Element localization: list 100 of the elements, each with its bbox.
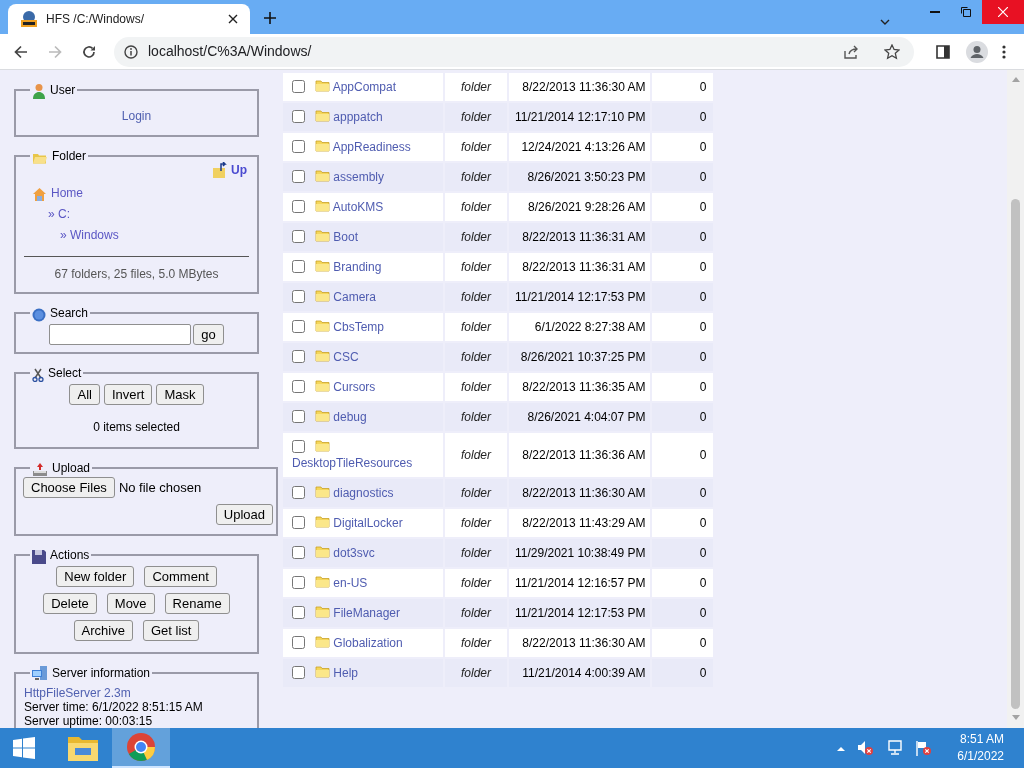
row-checkbox[interactable]	[292, 576, 305, 589]
address-bar[interactable]: localhost/C%3A/Windows/	[114, 36, 914, 67]
back-icon[interactable]	[14, 44, 28, 59]
star-icon[interactable]	[884, 43, 900, 60]
folder-link[interactable]: Globalization	[333, 636, 403, 650]
table-cell: 0	[651, 539, 713, 567]
chevron-down-icon[interactable]	[880, 19, 890, 25]
breadcrumb-link[interactable]: Home	[51, 184, 83, 202]
folder-icon	[315, 289, 330, 302]
close-icon[interactable]	[228, 14, 238, 24]
row-checkbox[interactable]	[292, 170, 305, 183]
panel-title: Folder	[52, 148, 86, 165]
upload-button[interactable]: Upload	[215, 504, 273, 525]
action-button[interactable]: Archive	[73, 620, 133, 641]
table-cell: 8/22/2013 11:36:30 AM	[509, 629, 650, 657]
folder-link[interactable]: CSC	[333, 350, 359, 364]
row-checkbox[interactable]	[292, 140, 305, 153]
table-cell: folder	[445, 433, 507, 477]
tab-title: HFS /C:/Windows/	[46, 11, 145, 28]
row-checkbox[interactable]	[292, 666, 305, 679]
row-checkbox[interactable]	[292, 230, 305, 243]
action-button[interactable]: Rename	[164, 593, 230, 614]
info-icon[interactable]	[124, 44, 138, 59]
action-button[interactable]: Get list	[142, 620, 200, 641]
row-checkbox[interactable]	[292, 516, 305, 529]
server-version-link[interactable]: HttpFileServer 2.3m	[24, 686, 249, 700]
row-checkbox[interactable]	[292, 606, 305, 619]
folder-link[interactable]: CbsTemp	[333, 320, 385, 334]
folder-link[interactable]: en-US	[333, 576, 368, 590]
table-cell: folder	[445, 313, 507, 341]
table-cell: 0	[651, 163, 713, 191]
clock[interactable]: 8:51 AM 6/1/2022	[957, 731, 1004, 765]
table-cell: 11/21/2014 12:17:10 PM	[509, 103, 650, 131]
row-checkbox[interactable]	[292, 440, 305, 453]
close-icon	[998, 7, 1008, 17]
folder-link[interactable]: AppReadiness	[332, 140, 411, 154]
select-button[interactable]: Invert	[103, 384, 153, 405]
folder-link[interactable]: apppatch	[333, 110, 383, 124]
folder-link[interactable]: diagnostics	[333, 486, 394, 500]
caret-up-icon[interactable]	[837, 745, 846, 751]
search-field[interactable]	[49, 324, 192, 345]
browser-tab[interactable]: HFS /C:/Windows/	[8, 4, 250, 34]
reload-icon[interactable]	[82, 44, 96, 59]
row-checkbox[interactable]	[292, 80, 305, 93]
action-button[interactable]: Delete	[43, 593, 97, 614]
login-link[interactable]: Login	[121, 109, 152, 123]
row-checkbox[interactable]	[292, 200, 305, 213]
table-cell: folder	[445, 283, 507, 311]
choose-files-button[interactable]: Choose Files	[23, 477, 115, 498]
folder-icon	[315, 379, 330, 392]
row-checkbox[interactable]	[292, 260, 305, 273]
folder-link[interactable]: Camera	[333, 290, 377, 304]
speaker-muted-icon[interactable]	[857, 740, 876, 756]
folder-link[interactable]: DigitalLocker	[333, 516, 403, 530]
select-button[interactable]: All	[69, 384, 100, 405]
network-icon[interactable]	[887, 740, 904, 756]
table-cell: 11/21/2014 12:17:53 PM	[509, 599, 650, 627]
flag-icon[interactable]	[915, 740, 934, 756]
folder-link[interactable]: FileManager	[333, 606, 401, 620]
folder-link[interactable]: assembly	[333, 170, 385, 184]
breadcrumb-link[interactable]: » C:	[48, 205, 70, 223]
row-checkbox[interactable]	[292, 290, 305, 303]
panel-title: Server information	[52, 665, 151, 682]
up-link[interactable]: Up	[231, 161, 247, 179]
table-cell: folder	[445, 253, 507, 281]
table-cell: folder	[445, 599, 507, 627]
row-checkbox[interactable]	[292, 320, 305, 333]
row-checkbox[interactable]	[292, 110, 305, 123]
menu-icon[interactable]	[1002, 44, 1006, 59]
row-checkbox[interactable]	[292, 350, 305, 363]
select-button[interactable]: Mask	[156, 384, 204, 405]
new-tab-icon[interactable]	[264, 12, 276, 24]
folder-link[interactable]: DesktopTileResources	[292, 456, 413, 470]
side-panel-icon[interactable]	[936, 44, 950, 59]
row-checkbox[interactable]	[292, 380, 305, 393]
taskbar-app-button[interactable]	[112, 728, 170, 768]
action-button[interactable]: Comment	[144, 566, 217, 587]
action-button[interactable]: Move	[106, 593, 155, 614]
folder-icon	[315, 635, 330, 648]
folder-link[interactable]: AutoKMS	[332, 200, 384, 214]
profile-icon[interactable]	[966, 40, 988, 63]
row-checkbox[interactable]	[292, 486, 305, 499]
row-checkbox[interactable]	[292, 410, 305, 423]
folder-link[interactable]: Help	[333, 666, 359, 680]
table-cell: 8/22/2013 11:36:35 AM	[509, 373, 650, 401]
folder-link[interactable]: Branding	[333, 260, 382, 274]
folder-link[interactable]: Cursors	[333, 380, 376, 394]
breadcrumb-link[interactable]: » Windows	[60, 226, 119, 244]
share-icon[interactable]	[844, 44, 860, 59]
panel-title: Actions	[50, 547, 90, 564]
go-button[interactable]: go	[193, 324, 224, 345]
folder-link[interactable]: debug	[333, 410, 367, 424]
folder-link[interactable]: AppCompat	[332, 80, 397, 94]
folder-link[interactable]: dot3svc	[333, 546, 375, 560]
table-cell: 0	[651, 283, 713, 311]
table-cell: folder	[445, 223, 507, 251]
row-checkbox[interactable]	[292, 546, 305, 559]
folder-link[interactable]: Boot	[333, 230, 359, 244]
action-button[interactable]: New folder	[56, 566, 135, 587]
row-checkbox[interactable]	[292, 636, 305, 649]
